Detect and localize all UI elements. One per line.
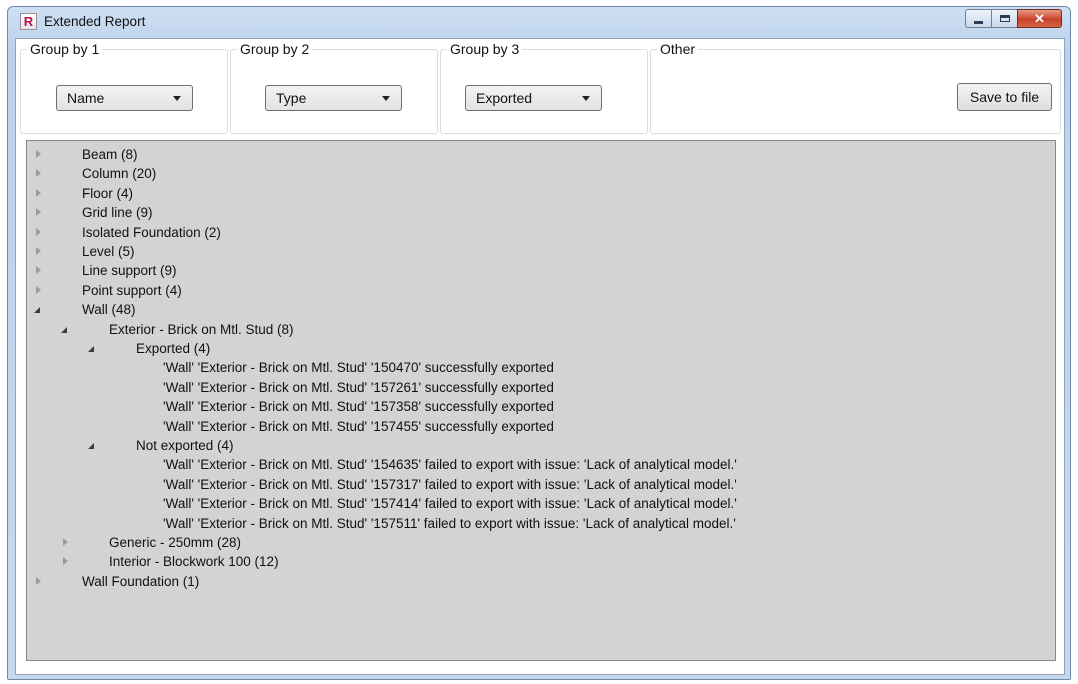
tree-item-label: 'Wall' 'Exterior - Brick on Mtl. Stud' '…: [163, 457, 737, 473]
group-by-3-box: Group by 3 Exported: [440, 41, 648, 134]
tree-item-label: 'Wall' 'Exterior - Brick on Mtl. Stud' '…: [163, 360, 554, 376]
tree-item-label: Floor (4): [82, 185, 134, 201]
collapsed-triangle-icon[interactable]: [59, 556, 75, 569]
tree-item-label: Interior - Blockwork 100 (12): [109, 554, 279, 570]
tree-item-label: 'Wall' 'Exterior - Brick on Mtl. Stud' '…: [163, 399, 554, 415]
window-title: Extended Report: [44, 14, 146, 29]
group-by-1-dropdown[interactable]: Name: [56, 85, 193, 111]
collapsed-triangle-icon[interactable]: [32, 207, 48, 220]
tree-item-label: Generic - 250mm (28): [109, 535, 242, 550]
tree-item-label: Level (5): [82, 244, 135, 259]
expanded-triangle-icon[interactable]: [32, 304, 42, 314]
group-by-2-label: Group by 2: [237, 41, 313, 57]
group-by-1-value: Name: [67, 90, 105, 106]
collapsed-triangle-icon[interactable]: [32, 168, 48, 181]
tree-item-label: 'Wall' 'Exterior - Brick on Mtl. Stud' '…: [163, 379, 554, 395]
collapsed-arrow-icon: [35, 576, 48, 588]
tree-item-label: Exterior - Brick on Mtl. Stud (8): [109, 321, 294, 337]
collapsed-triangle-icon[interactable]: [32, 265, 48, 278]
collapsed-arrow-icon: [35, 266, 48, 278]
collapsed-triangle-icon[interactable]: [32, 188, 48, 200]
tree-item-label: Isolated Foundation (2): [82, 224, 221, 240]
collapsed-arrow-icon: [35, 169, 48, 181]
minimize-button[interactable]: [965, 9, 992, 28]
close-button[interactable]: ✕: [1017, 9, 1062, 28]
tree-item-label: Wall (48): [82, 302, 136, 318]
save-to-file-button[interactable]: Save to file: [957, 83, 1052, 111]
maximize-icon: [999, 15, 1010, 22]
collapsed-triangle-icon[interactable]: [32, 149, 48, 161]
expanded-triangle-icon[interactable]: [86, 343, 96, 353]
collapsed-triangle-icon[interactable]: [32, 576, 48, 588]
title-bar[interactable]: R Extended Report ✕: [8, 7, 1070, 37]
tree-item-label: 'Wall' 'Exterior - Brick on Mtl. Stud' '…: [163, 476, 737, 492]
tree-item-label: Wall Foundation (1): [82, 573, 200, 589]
chevron-down-icon: [173, 96, 181, 101]
expanded-arrow-icon: [34, 307, 40, 314]
tree-item-label: Column (20): [82, 166, 157, 182]
tree-item-label: Grid line (9): [82, 205, 153, 221]
group-by-3-dropdown[interactable]: Exported: [465, 85, 602, 111]
report-tree-view[interactable]: Beam (8) Column (20) Floor (4) Grid line (9…: [26, 140, 1056, 661]
other-label: Other: [657, 41, 699, 57]
extended-report-window: R Extended Report ✕ Group by 1 Name Grou…: [7, 6, 1071, 680]
expanded-arrow-icon: [88, 346, 94, 352]
collapsed-triangle-icon[interactable]: [32, 285, 48, 297]
tree-item-label: 'Wall' 'Exterior - Brick on Mtl. Stud' '…: [163, 418, 554, 434]
expanded-arrow-icon: [61, 326, 67, 333]
tree-item-label: Not exported (4): [136, 438, 234, 453]
collapsed-arrow-icon: [62, 557, 75, 569]
collapsed-arrow-icon: [35, 188, 48, 200]
tree-item-label: Point support (4): [82, 282, 182, 298]
tree-item-label: Line support (9): [82, 263, 177, 279]
expanded-triangle-icon[interactable]: [59, 324, 69, 334]
collapsed-triangle-icon[interactable]: [59, 537, 75, 549]
chevron-down-icon: [582, 96, 590, 101]
collapsed-arrow-icon: [35, 150, 48, 161]
group-by-2-box: Group by 2 Type: [230, 41, 438, 134]
maximize-button[interactable]: [991, 9, 1018, 28]
chevron-down-icon: [382, 96, 390, 101]
other-box: Other Save to file: [650, 41, 1061, 134]
group-by-3-label: Group by 3: [447, 41, 523, 57]
expanded-triangle-icon[interactable]: [86, 440, 96, 450]
collapsed-arrow-icon: [35, 227, 48, 239]
group-by-2-value: Type: [276, 90, 307, 106]
group-by-1-box: Group by 1 Name: [20, 41, 228, 134]
collapsed-arrow-icon: [35, 247, 48, 258]
minimize-icon: [974, 20, 983, 24]
window-content: Group by 1 Name Group by 2 Type Group by…: [15, 38, 1065, 675]
tree-item-label: Beam (8): [82, 147, 138, 162]
collapsed-arrow-icon: [35, 285, 48, 297]
group-by-1-label: Group by 1: [27, 41, 103, 57]
window-controls: ✕: [965, 9, 1062, 29]
collapsed-arrow-icon: [62, 538, 75, 549]
revit-app-icon: R: [20, 13, 37, 30]
group-by-2-dropdown[interactable]: Type: [265, 85, 402, 111]
collapsed-triangle-icon[interactable]: [32, 246, 48, 258]
tree-item-label: Exported (4): [136, 341, 211, 356]
tree-item-label: 'Wall' 'Exterior - Brick on Mtl. Stud' '…: [163, 515, 736, 531]
tree-item-label: 'Wall' 'Exterior - Brick on Mtl. Stud' '…: [163, 496, 737, 512]
group-by-3-value: Exported: [476, 90, 533, 106]
expanded-arrow-icon: [88, 443, 94, 449]
close-icon: ✕: [1034, 10, 1045, 26]
collapsed-arrow-icon: [35, 208, 48, 220]
collapsed-triangle-icon[interactable]: [32, 227, 48, 239]
